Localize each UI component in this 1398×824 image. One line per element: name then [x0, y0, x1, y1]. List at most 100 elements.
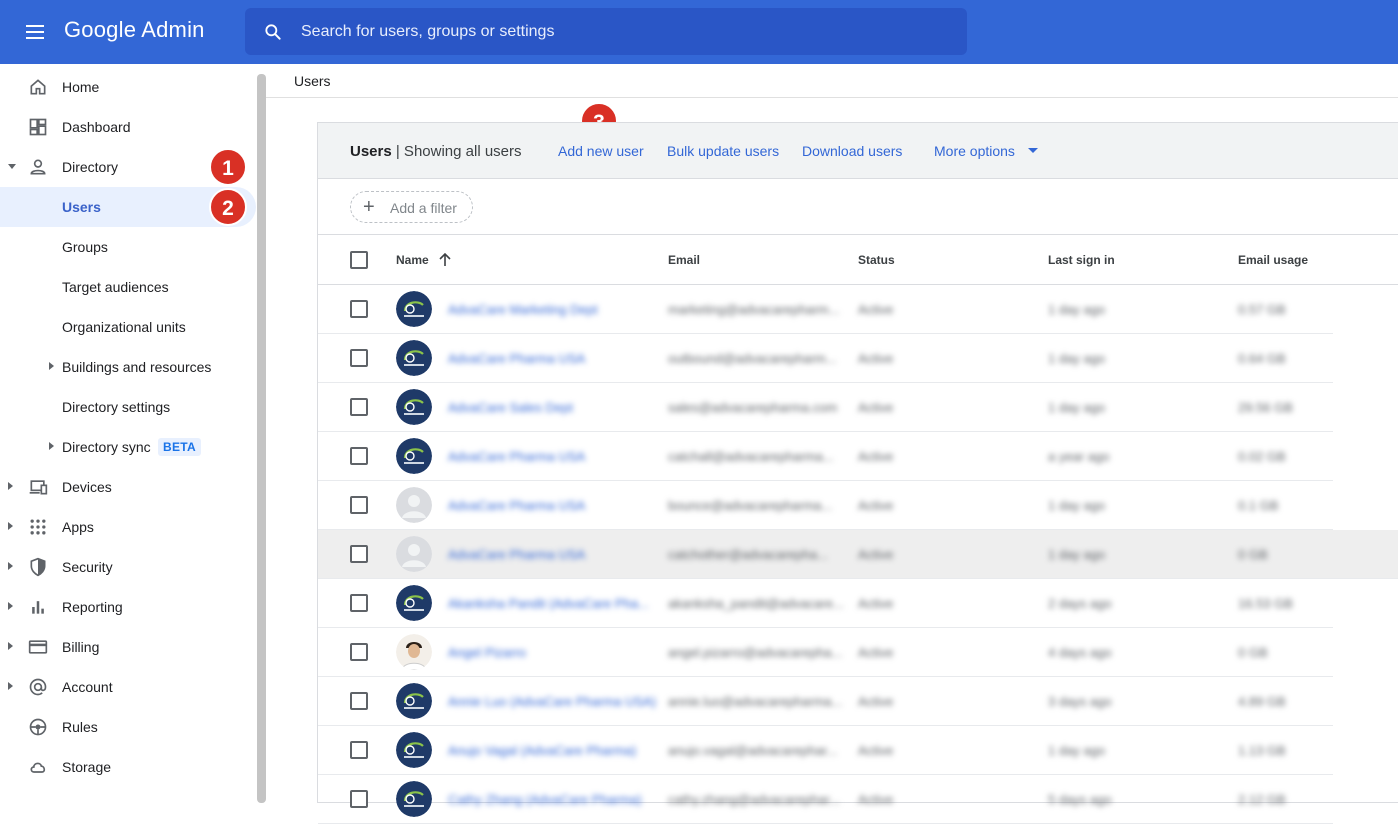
user-name-link[interactable]: AdvaCare Pharma USA — [448, 351, 585, 366]
chevron-right-icon — [49, 362, 54, 370]
column-status[interactable]: Status — [858, 253, 895, 267]
user-last-sign-in: 1 day ago — [1048, 498, 1106, 513]
home-icon — [30, 79, 46, 95]
sidebar-item-home[interactable]: Home — [0, 67, 256, 107]
sidebar-item-storage[interactable]: Storage — [0, 747, 256, 787]
sidebar-item-directory-sync[interactable]: Directory sync BETA — [0, 427, 256, 467]
sidebar-item-label: Billing — [62, 639, 100, 655]
sidebar-item-label: Directory settings — [62, 399, 171, 415]
sort-ascending-icon[interactable] — [438, 251, 452, 267]
sidebar-item-rules[interactable]: Rules — [0, 707, 256, 747]
select-all-checkbox[interactable] — [350, 251, 368, 269]
user-email-usage: 0.57 GB — [1238, 302, 1286, 317]
users-card: Users | Showing all users Add new user B… — [317, 122, 1398, 824]
user-name-link[interactable]: Cathy Zhang (AdvaCare Pharma) — [448, 792, 642, 807]
user-email-usage: 0.1 GB — [1238, 498, 1279, 513]
table-row[interactable]: AdvaCare Pharma USA catchall@advacarephar… — [318, 432, 1333, 481]
sidebar-item-billing[interactable]: Billing — [0, 627, 256, 667]
add-new-user-button[interactable]: Add new user — [558, 143, 644, 159]
avatar — [396, 340, 432, 376]
user-name-link[interactable]: AdvaCare Marketing Dept — [448, 302, 598, 317]
cloud-icon — [30, 762, 46, 773]
user-last-sign-in: a year ago — [1048, 449, 1110, 464]
row-checkbox[interactable] — [350, 496, 368, 514]
search-input[interactable] — [301, 8, 941, 55]
sidebar-item-apps[interactable]: Apps — [0, 507, 256, 547]
app-title[interactable]: Google Admin — [64, 17, 205, 43]
chevron-right-icon — [8, 522, 13, 530]
more-options-button[interactable]: More options — [934, 143, 1015, 159]
table-row[interactable]: AdvaCare Pharma USA bounce@advacarepharma… — [318, 481, 1333, 530]
row-checkbox[interactable] — [350, 594, 368, 612]
step-badge-2: 2 — [209, 188, 247, 226]
user-status: Active — [858, 449, 894, 464]
table-row[interactable]: Annie Luo (AdvaCare Pharma USA) annie.luo… — [318, 677, 1333, 726]
user-name-link[interactable]: Akanksha Pandit (AdvaCare Pha... — [448, 596, 649, 611]
sidebar-item-account[interactable]: Account — [0, 667, 256, 707]
table-row[interactable]: AdvaCare Marketing Dept marketing@advacar… — [318, 285, 1333, 334]
user-last-sign-in: 4 days ago — [1048, 645, 1112, 660]
user-name-link[interactable]: AdvaCare Sales Dept — [448, 400, 573, 415]
top-app-bar: Google Admin — [0, 0, 1398, 64]
sidebar-item-groups[interactable]: Groups — [0, 227, 256, 267]
hamburger-menu-icon[interactable] — [24, 22, 46, 42]
row-checkbox[interactable] — [350, 643, 368, 661]
sidebar-item-directory-settings[interactable]: Directory settings — [0, 387, 256, 427]
user-email-usage: 0.02 GB — [1238, 449, 1286, 464]
sidebar-item-dashboard[interactable]: Dashboard — [0, 107, 256, 147]
user-email-usage: 0 GB — [1238, 547, 1268, 562]
sidebar-item-label: Storage — [62, 759, 112, 775]
row-checkbox[interactable] — [350, 545, 368, 563]
column-last-sign-in[interactable]: Last sign in — [1048, 253, 1115, 267]
row-checkbox[interactable] — [350, 790, 368, 808]
user-status: Active — [858, 694, 894, 709]
bulk-update-users-button[interactable]: Bulk update users — [667, 143, 779, 159]
row-checkbox[interactable] — [350, 349, 368, 367]
user-name-link[interactable]: Annie Luo (AdvaCare Pharma USA) — [448, 694, 656, 709]
chevron-right-icon — [8, 602, 13, 610]
avatar — [396, 438, 432, 474]
sidebar-item-label: Groups — [62, 239, 108, 255]
column-name[interactable]: Name — [396, 253, 429, 267]
row-checkbox[interactable] — [350, 692, 368, 710]
sidebar-item-devices[interactable]: Devices — [0, 467, 256, 507]
search-bar[interactable] — [245, 8, 967, 55]
row-checkbox[interactable] — [350, 398, 368, 416]
table-row[interactable]: Angel Pizarro angel.pizarro@advacarepha..… — [318, 628, 1333, 677]
chevron-right-icon — [8, 642, 13, 650]
table-row[interactable]: Akanksha Pandit (AdvaCare Pha... akanksha… — [318, 579, 1333, 628]
add-filter-button[interactable]: + Add a filter — [350, 191, 473, 223]
user-last-sign-in: 1 day ago — [1048, 351, 1106, 366]
table-row[interactable]: AdvaCare Pharma USA outbound@advacarephar… — [318, 334, 1333, 383]
breadcrumb-users[interactable]: Users — [294, 73, 331, 89]
row-checkbox[interactable] — [350, 447, 368, 465]
sidebar-item-reporting[interactable]: Reporting — [0, 587, 256, 627]
user-email: akanksha_pandit@advacare... — [668, 596, 844, 611]
user-name-link[interactable]: AdvaCare Pharma USA — [448, 449, 585, 464]
table-row[interactable]: AdvaCare Sales Dept sales@advacarepharma.… — [318, 383, 1333, 432]
sidebar-item-target-audiences[interactable]: Target audiences — [0, 267, 256, 307]
user-name-link[interactable]: Angel Pizarro — [448, 645, 526, 660]
row-checkbox[interactable] — [350, 741, 368, 759]
sidebar-item-organizational-units[interactable]: Organizational units — [0, 307, 256, 347]
download-users-button[interactable]: Download users — [802, 143, 902, 159]
dropdown-arrow-icon[interactable] — [1028, 148, 1038, 153]
apps-grid-icon — [30, 519, 46, 535]
table-row[interactable]: Anujo Vagal (AdvaCare Pharma) anujo.vagal… — [318, 726, 1333, 775]
table-row[interactable]: Cathy Zhang (AdvaCare Pharma) cathy.zhang… — [318, 775, 1333, 824]
sidebar-scrollbar[interactable] — [257, 74, 266, 803]
row-checkbox[interactable] — [350, 300, 368, 318]
user-status: Active — [858, 792, 894, 807]
column-email-usage[interactable]: Email usage — [1238, 253, 1308, 267]
sidebar-item-label: Reporting — [62, 599, 123, 615]
sidebar-item-security[interactable]: Security — [0, 547, 256, 587]
sidebar-item-buildings-and-resources[interactable]: Buildings and resources — [0, 347, 256, 387]
column-email[interactable]: Email — [668, 253, 700, 267]
user-email: catchother@advacarepha... — [668, 547, 828, 562]
table-row[interactable]: AdvaCare Pharma USA catchother@advacareph… — [318, 530, 1398, 579]
user-name-link[interactable]: AdvaCare Pharma USA — [448, 547, 585, 562]
breadcrumb: Users — [266, 64, 1398, 98]
user-name-link[interactable]: Anujo Vagal (AdvaCare Pharma) — [448, 743, 636, 758]
user-email: sales@advacarepharma.com — [668, 400, 838, 415]
user-name-link[interactable]: AdvaCare Pharma USA — [448, 498, 585, 513]
